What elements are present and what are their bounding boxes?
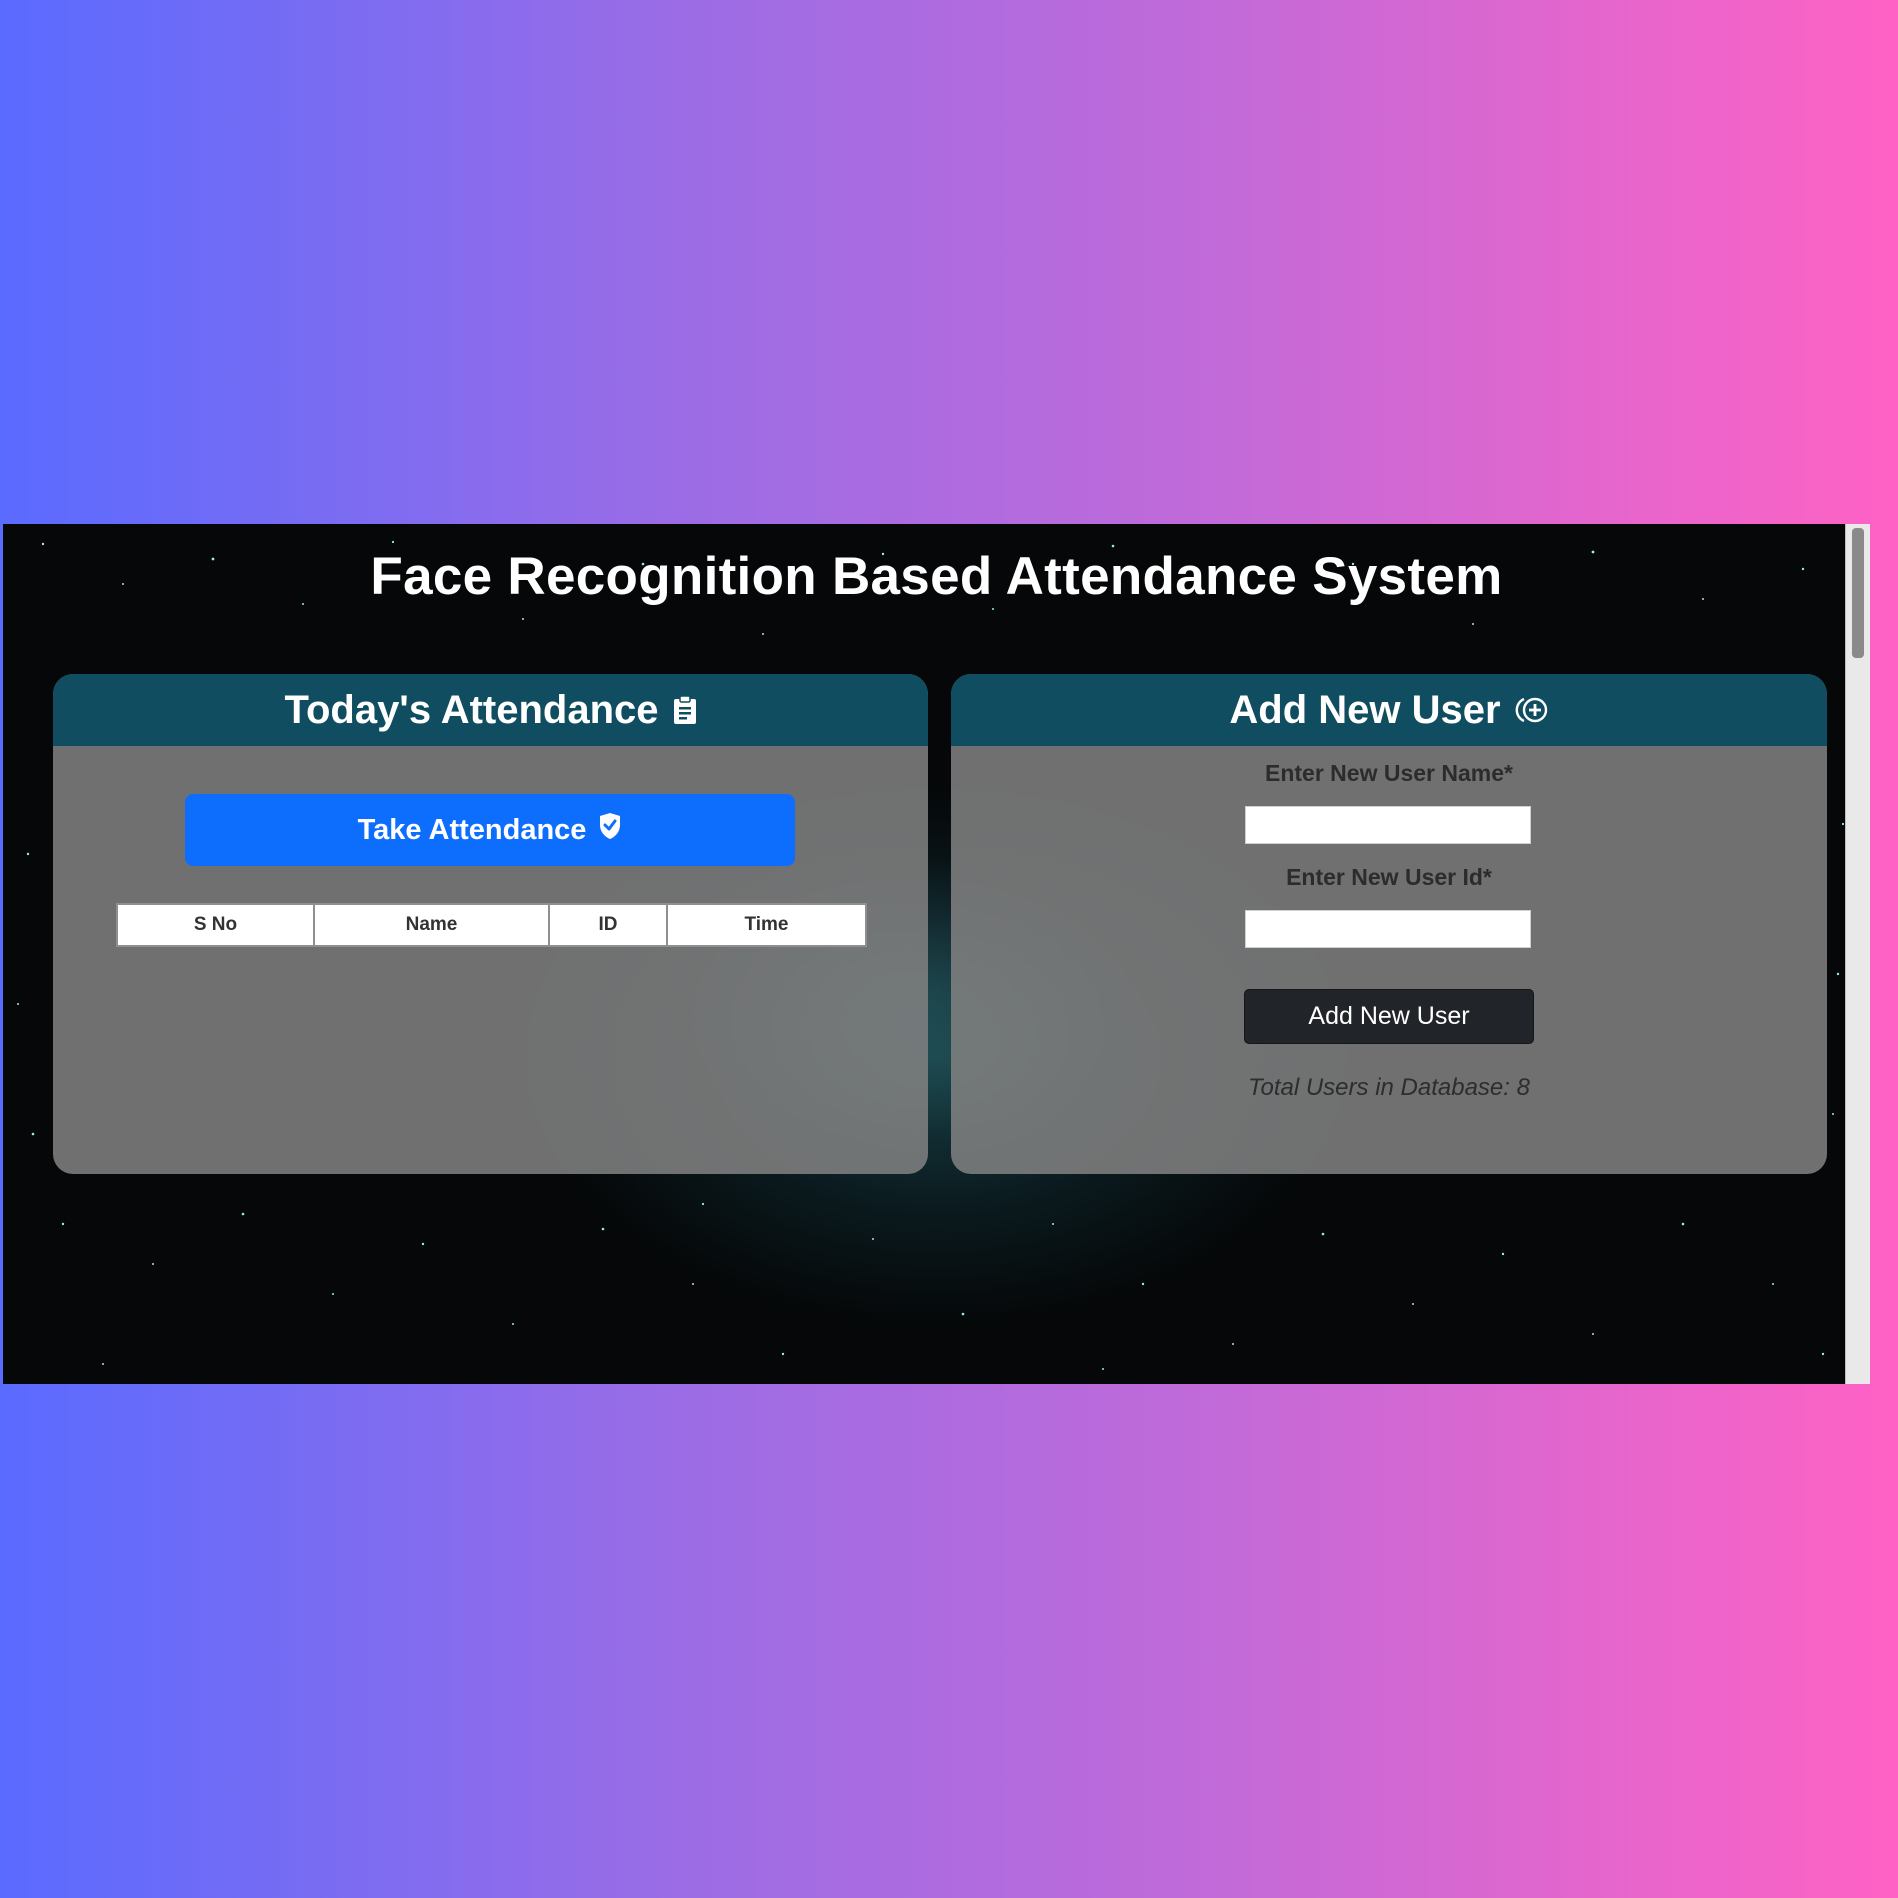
take-attendance-button[interactable]: Take Attendance — [185, 794, 795, 866]
shield-check-icon — [598, 812, 622, 848]
add-user-card: Add New User Enter New User Name* Enter … — [951, 674, 1827, 1174]
page-title: Face Recognition Based Attendance System — [370, 547, 1503, 606]
attendance-card-header: Today's Attendance — [53, 674, 928, 746]
scrollbar-thumb[interactable] — [1852, 528, 1864, 658]
user-id-input[interactable] — [1245, 910, 1531, 948]
user-name-input[interactable] — [1245, 806, 1531, 844]
app-window: Face Recognition Based Attendance System… — [3, 524, 1870, 1384]
total-users-text: Total Users in Database: 8 — [1248, 1074, 1530, 1101]
user-name-label: Enter New User Name* — [1265, 760, 1513, 786]
clipboard-icon — [673, 695, 697, 725]
column-header-id: ID — [548, 903, 668, 947]
page-scrollbar[interactable] — [1845, 524, 1870, 1384]
add-user-card-title: Add New User — [1229, 687, 1501, 732]
column-header-time: Time — [666, 903, 867, 947]
add-user-icon — [1515, 695, 1549, 725]
attendance-card-title: Today's Attendance — [284, 687, 659, 732]
add-new-user-button[interactable]: Add New User — [1244, 989, 1534, 1044]
column-header-sno: S No — [116, 903, 315, 947]
attendance-table-header-row: S No Name ID Time — [116, 903, 867, 947]
attendance-table: S No Name ID Time — [116, 903, 867, 947]
column-header-name: Name — [313, 903, 550, 947]
add-user-card-header: Add New User — [951, 674, 1827, 746]
attendance-card: Today's Attendance Take Attendance S No … — [53, 674, 928, 1174]
user-id-label: Enter New User Id* — [1286, 864, 1492, 890]
take-attendance-label: Take Attendance — [357, 813, 587, 846]
